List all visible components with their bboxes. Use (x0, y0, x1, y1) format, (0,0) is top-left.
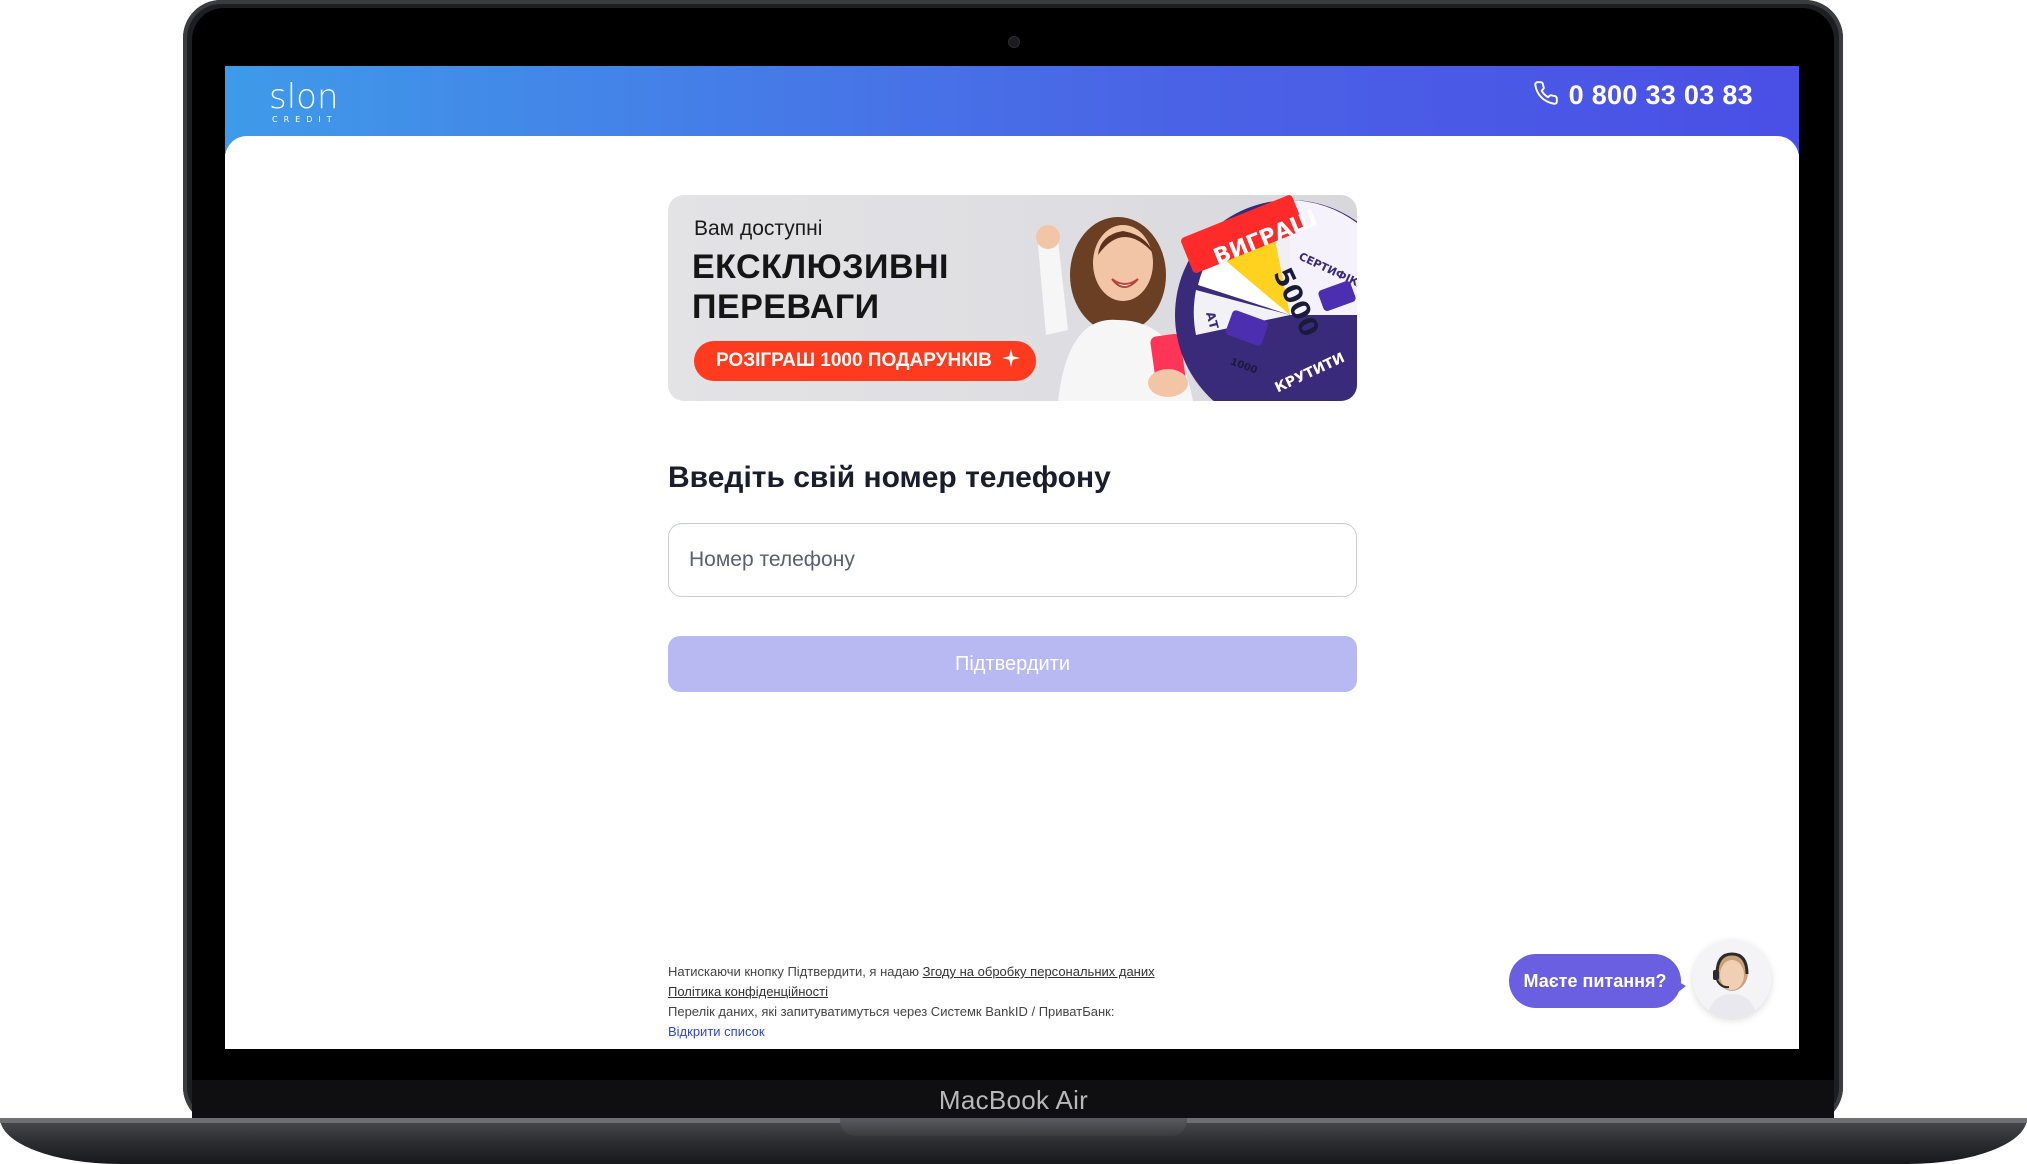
camera-icon (1008, 36, 1020, 48)
chat-prompt-button[interactable]: Маєте питання? (1509, 954, 1681, 1008)
phone-number[interactable]: 0 800 33 03 83 (1569, 80, 1753, 111)
privacy-policy-link[interactable]: Політика конфіденційності (668, 984, 828, 999)
slon-credit-logo[interactable]: slon CREDIT (269, 74, 379, 126)
banner-title: ЕКСКЛЮЗИВНІ ПЕРЕВАГИ (692, 247, 949, 327)
raised-fist (1036, 225, 1060, 249)
hotline[interactable]: 0 800 33 03 83 (1533, 80, 1753, 110)
browser-screen: slon CREDIT 0 800 33 03 83 Вам доступні … (225, 66, 1799, 1049)
legal-notice: Натискаючи кнопку Підтвердити, я надаю З… (668, 962, 1155, 1042)
banner-title-line2: ПЕРЕВАГИ (692, 288, 880, 326)
phone-input[interactable] (669, 524, 1356, 596)
logo-text: slon (269, 77, 339, 117)
banner-subtitle: Вам доступні (694, 217, 823, 240)
support-agent-avatar[interactable] (1693, 940, 1771, 1018)
logo-subtext: CREDIT (272, 115, 338, 124)
phone-icon (1533, 80, 1559, 111)
bankid-text: Перелік даних, які запитуватимуться чере… (668, 1004, 1115, 1019)
laptop-hinge-notch (840, 1118, 1187, 1136)
page-title: Введіть свій номер телефону (668, 461, 1111, 494)
promo-banner[interactable]: Вам доступні ЕКСКЛЮЗИВНІ ПЕРЕВАГИ РОЗІГР… (668, 195, 1357, 401)
giveaway-pill-label: РОЗІГРАШ 1000 ПОДАРУНКІВ (716, 350, 992, 371)
chat-bubble-tail (1668, 976, 1686, 1000)
consent-link[interactable]: Згоду на обробку персональних даних (923, 964, 1155, 979)
device-label: MacBook Air (938, 1085, 1089, 1115)
sparkle-icon (1001, 349, 1020, 373)
giveaway-pill[interactable]: РОЗІГРАШ 1000 ПОДАРУНКІВ (694, 341, 1036, 381)
consent-line: Натискаючи кнопку Підтвердити, я надаю З… (668, 962, 1155, 982)
phone-input-wrapper[interactable] (668, 523, 1357, 597)
banner-illustration: ВИГРАШ 5000 СЕРТИФІКАТ АТ 1000 000 КРУТИ… (1036, 195, 1357, 401)
consent-text: Натискаючи кнопку Підтвердити, я надаю (668, 964, 923, 979)
banner-title-line1: ЕКСКЛЮЗИВНІ (692, 248, 949, 286)
open-list-link[interactable]: Відкрити список (668, 1024, 765, 1039)
svg-text:000: 000 (1328, 314, 1357, 344)
confirm-button[interactable]: Підтвердити (668, 636, 1357, 692)
